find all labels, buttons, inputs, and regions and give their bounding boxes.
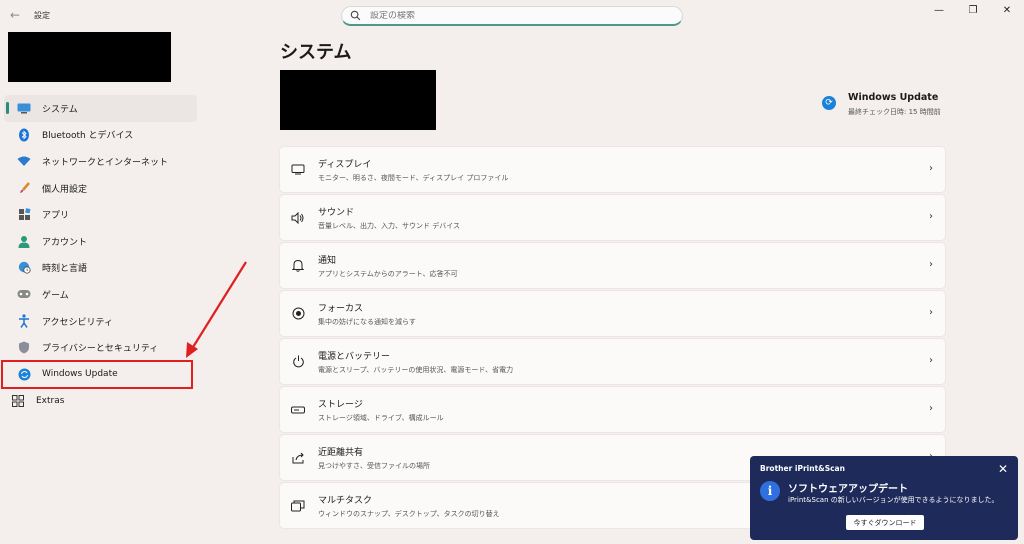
windows-update-status[interactable]: ⟳ Windows Update 最終チェック日時: 15 時間前 xyxy=(822,92,941,117)
sidebar-item-network[interactable]: ネットワークとインターネット xyxy=(4,148,197,175)
chevron-right-icon: › xyxy=(929,355,933,366)
card-title: ディスプレイ xyxy=(318,159,372,170)
shield-icon xyxy=(16,341,32,355)
card-display[interactable]: ディスプレイ モニター、明るさ、夜間モード、ディスプレイ プロファイル › xyxy=(280,147,945,192)
card-power[interactable]: 電源とバッテリー 電源とスリープ、バッテリーの使用状況、電源モード、省電力 › xyxy=(280,339,945,384)
sidebar-item-label: ゲーム xyxy=(42,290,69,301)
card-title: マルチタスク xyxy=(318,495,373,506)
sidebar-item-accessibility[interactable]: アクセシビリティ xyxy=(4,308,197,335)
card-subtitle: モニター、明るさ、夜間モード、ディスプレイ プロファイル xyxy=(318,173,509,182)
card-subtitle: 集中の妨げになる通知を減らす xyxy=(318,317,416,326)
storage-icon xyxy=(290,402,306,418)
search-box[interactable] xyxy=(341,6,683,26)
sidebar-item-system[interactable]: システム xyxy=(4,95,197,122)
toast-title: ソフトウェアアップデート xyxy=(788,484,908,495)
sidebar-item-label: プライバシーとセキュリティ xyxy=(42,344,159,355)
maximize-button[interactable]: ❐ xyxy=(956,0,990,20)
arrow-left-icon: ← xyxy=(10,8,21,22)
card-title: ストレージ xyxy=(318,399,363,410)
toast-close-button[interactable]: ✕ xyxy=(998,462,1008,476)
sidebar-item-label: Bluetooth とデバイス xyxy=(42,131,134,142)
minimize-icon: — xyxy=(934,4,944,16)
sidebar-item-accounts[interactable]: アカウント xyxy=(4,228,197,255)
sidebar-item-time-language[interactable]: 時刻と言語 xyxy=(4,255,197,282)
globe-clock-icon xyxy=(16,261,32,275)
card-subtitle: 電源とスリープ、バッテリーの使用状況、電源モード、省電力 xyxy=(318,365,514,374)
sidebar-item-label: ネットワークとインターネット xyxy=(42,157,169,168)
highlight-box xyxy=(1,360,193,389)
monitor-icon xyxy=(16,101,32,115)
sidebar-item-gaming[interactable]: ゲーム xyxy=(4,281,197,308)
card-subtitle: アプリとシステムからのアラート、応答不可 xyxy=(318,269,458,278)
card-title: 通知 xyxy=(318,255,337,266)
app-title: 設定 xyxy=(34,11,50,20)
speaker-icon xyxy=(290,210,306,226)
maximize-icon: ❐ xyxy=(968,4,978,16)
sidebar-item-label: システム xyxy=(42,104,78,115)
minimize-button[interactable]: — xyxy=(922,0,956,20)
chevron-right-icon: › xyxy=(929,403,933,414)
search-icon xyxy=(350,10,362,22)
display-icon xyxy=(290,162,306,178)
account-redacted xyxy=(8,32,171,82)
sidebar-item-extras[interactable]: Extras xyxy=(4,388,197,415)
card-subtitle: 見つけやすさ、受信ファイルの場所 xyxy=(318,461,430,470)
bell-icon xyxy=(290,258,306,274)
sidebar-item-label: アカウント xyxy=(42,237,88,248)
sidebar-item-label: アプリ xyxy=(42,211,70,222)
card-storage[interactable]: ストレージ ストレージ領域、ドライブ、構成ルール › xyxy=(280,387,945,432)
chevron-right-icon: › xyxy=(929,163,933,174)
close-window-button[interactable]: ✕ xyxy=(990,0,1024,20)
card-title: フォーカス xyxy=(318,303,364,314)
card-focus[interactable]: フォーカス 集中の妨げになる通知を減らす › xyxy=(280,291,945,336)
sidebar-item-label: 時刻と言語 xyxy=(42,264,88,275)
focus-icon xyxy=(290,306,306,322)
person-icon xyxy=(16,234,32,248)
windows-update-title: Windows Update xyxy=(848,92,939,103)
card-subtitle: 音量レベル、出力、入力、サウンド デバイス xyxy=(318,221,461,230)
sidebar-item-label: アクセシビリティ xyxy=(42,317,114,328)
page-title: システム xyxy=(280,42,352,63)
sidebar-item-bluetooth[interactable]: Bluetooth とデバイス xyxy=(4,122,197,149)
chevron-right-icon: › xyxy=(929,259,933,270)
card-notifications[interactable]: 通知 アプリとシステムからのアラート、応答不可 › xyxy=(280,243,945,288)
chevron-right-icon: › xyxy=(929,211,933,222)
brush-icon xyxy=(16,181,32,195)
card-sound[interactable]: サウンド 音量レベル、出力、入力、サウンド デバイス › xyxy=(280,195,945,240)
bluetooth-icon xyxy=(16,128,32,142)
windows-update-subtitle: 最終チェック日時: 15 時間前 xyxy=(848,108,941,116)
share-icon xyxy=(290,450,306,466)
card-title: サウンド xyxy=(318,207,355,218)
sync-icon: ⟳ xyxy=(822,96,836,110)
sidebar-item-privacy[interactable]: プライバシーとセキュリティ xyxy=(4,334,197,361)
close-icon: ✕ xyxy=(997,462,1008,476)
back-button[interactable]: ← xyxy=(10,8,24,22)
sidebar-item-personalization[interactable]: 個人用設定 xyxy=(4,175,197,202)
sidebar-item-label: 個人用設定 xyxy=(42,184,88,195)
search-input[interactable] xyxy=(370,10,670,21)
sidebar-item-apps[interactable]: アプリ xyxy=(4,201,197,228)
card-subtitle: ストレージ領域、ドライブ、構成ルール xyxy=(318,413,444,422)
info-icon: i xyxy=(760,481,780,501)
gamepad-icon xyxy=(16,287,32,301)
close-icon: ✕ xyxy=(1002,4,1012,16)
wifi-icon xyxy=(16,154,32,168)
apps-icon xyxy=(16,208,32,222)
download-now-button[interactable]: 今すぐダウンロード xyxy=(846,515,924,530)
power-icon xyxy=(290,354,306,370)
sidebar-item-label: Extras xyxy=(36,395,65,406)
extras-icon xyxy=(10,394,26,408)
toast-message: iPrint&Scan の新しいバージョンが使用できるようになりました。 xyxy=(788,496,999,504)
device-info-redacted xyxy=(280,70,436,130)
card-subtitle: ウィンドウのスナップ、デスクトップ、タスクの切り替え xyxy=(318,509,500,518)
window-controls: — ❐ ✕ xyxy=(922,0,1024,24)
chevron-right-icon: › xyxy=(929,307,933,318)
card-title: 電源とバッテリー xyxy=(318,351,391,362)
toast-app-name: Brother iPrint&Scan xyxy=(760,464,845,473)
card-title: 近距離共有 xyxy=(318,447,364,458)
accessibility-icon xyxy=(16,314,32,328)
multitask-icon xyxy=(290,498,306,514)
